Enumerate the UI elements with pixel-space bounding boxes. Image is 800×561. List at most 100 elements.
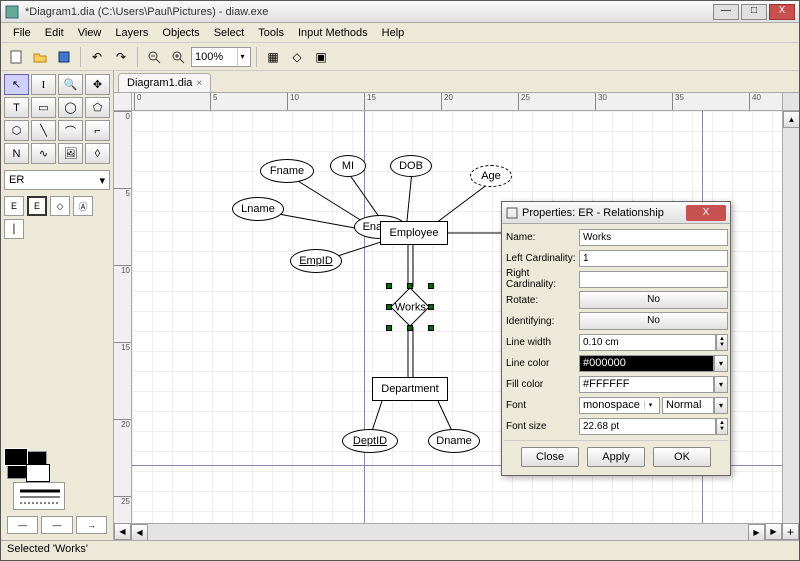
ruler-vertical[interactable]: 0 5 10 15 20 25 <box>114 111 132 523</box>
zoom-dropdown-icon[interactable]: ▾ <box>237 48 247 66</box>
input-fontsize[interactable]: 22.68 pt <box>579 418 716 435</box>
maximize-button[interactable]: □ <box>741 4 767 20</box>
attr-empid[interactable]: EmpID <box>290 249 342 273</box>
snap-object-icon[interactable]: ◇ <box>286 46 308 68</box>
dialog-title: Properties: ER - Relationship <box>522 207 686 219</box>
zoom-out-icon[interactable] <box>143 46 165 68</box>
chevron-down-icon: ▾ <box>99 174 105 187</box>
text-edit-tool[interactable]: I <box>31 74 56 95</box>
nav-add-icon[interactable]: + <box>782 523 799 540</box>
redo-icon[interactable]: ↷ <box>110 46 132 68</box>
arrow-start[interactable]: — <box>7 516 38 534</box>
select-fillcolor[interactable]: #FFFFFF <box>579 376 714 393</box>
er-relationship-tool[interactable]: ◇ <box>50 196 70 216</box>
open-icon[interactable] <box>29 46 51 68</box>
menu-tools[interactable]: Tools <box>252 25 290 41</box>
save-icon[interactable] <box>53 46 75 68</box>
menu-view[interactable]: View <box>72 25 108 41</box>
attr-deptid[interactable]: DeptID <box>342 429 398 453</box>
menu-objects[interactable]: Objects <box>156 25 205 41</box>
polyline-tool[interactable]: Ν <box>4 143 29 164</box>
scroll-tool[interactable]: ✥ <box>85 74 110 95</box>
ruler-origin[interactable] <box>114 93 132 111</box>
attr-lname[interactable]: Lname <box>232 197 284 221</box>
spinner-linewidth[interactable]: ▲▼ <box>716 334 728 351</box>
attr-age[interactable]: Age <box>470 165 512 187</box>
menubar: File Edit View Layers Objects Select Too… <box>1 23 799 43</box>
color-swatch[interactable] <box>7 451 47 479</box>
er-entity-tool[interactable]: E <box>4 196 24 216</box>
tab-close-icon[interactable]: × <box>196 78 202 89</box>
arrow-end[interactable]: → <box>76 516 107 534</box>
image-tool[interactable]: 🖼 <box>58 143 83 164</box>
dialog-apply[interactable]: Apply <box>587 447 645 467</box>
close-button[interactable]: X <box>769 4 795 20</box>
line-tool[interactable]: ╲ <box>31 120 56 141</box>
snap-grid-icon[interactable]: ▦ <box>262 46 284 68</box>
menu-edit[interactable]: Edit <box>39 25 70 41</box>
scroll-left-icon[interactable]: ◀ <box>131 524 148 540</box>
input-rightcard[interactable] <box>579 271 728 288</box>
toggle-rotate[interactable]: No <box>579 291 728 309</box>
relationship-works[interactable]: Works <box>390 287 430 327</box>
scroll-up-icon[interactable]: ▲ <box>783 111 799 128</box>
menu-layers[interactable]: Layers <box>109 25 154 41</box>
toggle-identifying[interactable]: No <box>579 312 728 330</box>
dropdown-linecolor-icon[interactable]: ▾ <box>714 355 728 372</box>
attr-mi[interactable]: MI <box>330 155 366 177</box>
select-fontstyle[interactable]: Normal <box>662 397 714 414</box>
text-tool[interactable]: T <box>4 97 29 118</box>
box-tool[interactable]: ▭ <box>31 97 56 118</box>
dialog-close-button[interactable]: X <box>686 205 726 221</box>
dropdown-fillcolor-icon[interactable]: ▾ <box>714 376 728 393</box>
er-weak-entity-tool[interactable]: E <box>27 196 47 216</box>
dialog-titlebar[interactable]: Properties: ER - Relationship X <box>502 202 730 224</box>
er-participation-tool[interactable]: ⎮ <box>4 219 24 239</box>
scrollbar-vertical[interactable]: ▲ <box>782 111 799 523</box>
select-linecolor[interactable]: #000000 <box>579 355 714 372</box>
beziergon-tool[interactable]: ⬡ <box>4 120 29 141</box>
menu-file[interactable]: File <box>7 25 37 41</box>
magnify-tool[interactable]: 🔍 <box>58 74 83 95</box>
ruler-horizontal[interactable]: 0 5 10 15 20 25 30 35 40 <box>132 93 782 111</box>
attr-fname[interactable]: Fname <box>260 159 314 183</box>
scrollbar-horizontal[interactable]: ◀ ▶ <box>131 523 765 540</box>
attr-dob[interactable]: DOB <box>390 155 432 177</box>
nav-right-icon[interactable]: ▶ <box>765 523 782 540</box>
outline-tool[interactable]: ◊ <box>85 143 110 164</box>
er-attribute-tool[interactable]: Ⓐ <box>73 196 93 216</box>
line-style-btn[interactable]: — <box>41 516 72 534</box>
pointer-tool[interactable]: ↖ <box>4 74 29 95</box>
menu-help[interactable]: Help <box>376 25 411 41</box>
arc-tool[interactable]: ⌒ <box>58 120 83 141</box>
input-linewidth[interactable]: 0.10 cm <box>579 334 716 351</box>
ellipse-tool[interactable]: ◯ <box>58 97 83 118</box>
dropdown-fontstyle-icon[interactable]: ▾ <box>714 397 728 414</box>
scroll-right-icon[interactable]: ▶ <box>748 524 765 540</box>
new-icon[interactable] <box>5 46 27 68</box>
label-linecolor: Line color <box>504 358 579 369</box>
grid-toggle-icon[interactable]: ▣ <box>310 46 332 68</box>
select-fontfamily[interactable]: monospace▾ <box>579 397 660 414</box>
menu-select[interactable]: Select <box>208 25 251 41</box>
minimize-button[interactable]: — <box>713 4 739 20</box>
spinner-fontsize[interactable]: ▲▼ <box>716 418 728 435</box>
nav-left-icon[interactable]: ◀ <box>114 523 131 540</box>
entity-employee[interactable]: Employee <box>380 221 448 245</box>
line-style[interactable] <box>13 482 65 510</box>
polygon-tool[interactable]: ⬠ <box>85 97 110 118</box>
zigzag-tool[interactable]: ⌐ <box>85 120 110 141</box>
dialog-close[interactable]: Close <box>521 447 579 467</box>
zoom-in-icon[interactable] <box>167 46 189 68</box>
input-leftcard[interactable]: 1 <box>579 250 728 267</box>
undo-icon[interactable]: ↶ <box>86 46 108 68</box>
input-name[interactable]: Works <box>579 229 728 246</box>
tab-diagram1[interactable]: Diagram1.dia × <box>118 73 211 92</box>
menu-input-methods[interactable]: Input Methods <box>292 25 374 41</box>
attr-dname[interactable]: Dname <box>428 429 480 453</box>
bezier-tool[interactable]: ∿ <box>31 143 56 164</box>
zoom-field[interactable]: 100%▾ <box>191 47 251 67</box>
entity-department[interactable]: Department <box>372 377 448 401</box>
dialog-ok[interactable]: OK <box>653 447 711 467</box>
sheet-selector[interactable]: ER▾ <box>4 170 110 190</box>
